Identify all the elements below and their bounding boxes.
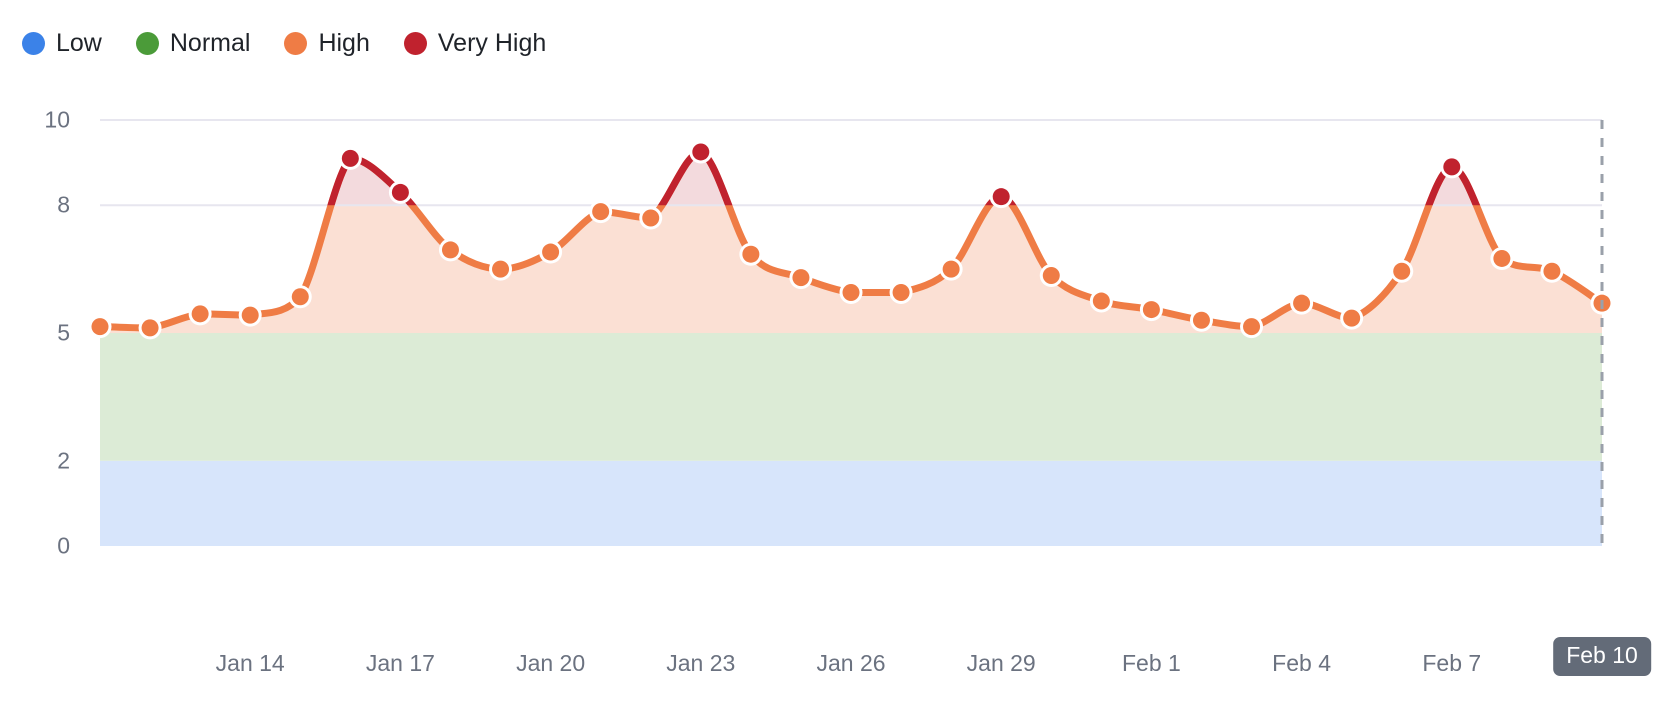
data-point-dot bbox=[742, 245, 760, 263]
data-point-dot bbox=[942, 260, 960, 278]
data-point-dot bbox=[792, 269, 810, 287]
x-axis-tick-label: Jan 26 bbox=[816, 650, 886, 676]
band-low bbox=[100, 460, 1602, 546]
data-point[interactable] bbox=[1089, 289, 1113, 313]
data-point[interactable] bbox=[1240, 315, 1264, 339]
data-point-dot bbox=[542, 243, 560, 261]
data-point-dot bbox=[592, 203, 610, 221]
data-point[interactable] bbox=[1540, 259, 1564, 283]
data-point-dot bbox=[141, 319, 159, 337]
data-point-dot bbox=[492, 260, 510, 278]
data-point-dot bbox=[1142, 301, 1160, 319]
data-point[interactable] bbox=[438, 238, 462, 262]
data-point-dot bbox=[91, 318, 109, 336]
data-point[interactable] bbox=[1189, 308, 1213, 332]
data-point-dot bbox=[1543, 262, 1561, 280]
data-point[interactable] bbox=[238, 303, 262, 327]
data-point[interactable] bbox=[338, 146, 362, 170]
data-point-dot bbox=[1042, 266, 1060, 284]
data-point-dot bbox=[692, 143, 710, 161]
glucose-range-chart: Low Normal High Very High 10 8 5 2 0 Jan 14 Jan 1… bbox=[0, 0, 1680, 716]
y-axis-tick-label: 10 bbox=[44, 106, 70, 133]
data-point-dot bbox=[241, 306, 259, 324]
y-axis-tick-label: 5 bbox=[57, 319, 70, 346]
data-point[interactable] bbox=[138, 316, 162, 340]
data-point[interactable] bbox=[489, 257, 513, 281]
x-axis-tick-label: Feb 1 bbox=[1121, 650, 1181, 676]
data-point[interactable] bbox=[539, 240, 563, 264]
data-point[interactable] bbox=[789, 266, 813, 290]
data-point-dot bbox=[1343, 309, 1361, 327]
data-point[interactable] bbox=[288, 285, 312, 309]
data-point[interactable] bbox=[1139, 298, 1163, 322]
data-point[interactable] bbox=[939, 257, 963, 281]
data-point-dot bbox=[1192, 311, 1210, 329]
data-point-dot bbox=[842, 284, 860, 302]
y-axis-tick-label: 2 bbox=[57, 447, 70, 474]
data-point[interactable] bbox=[88, 315, 112, 339]
x-axis-tick-label: Jan 29 bbox=[966, 650, 1036, 676]
data-point-dot bbox=[1393, 262, 1411, 280]
data-point-dot bbox=[191, 305, 209, 323]
data-point[interactable] bbox=[989, 185, 1013, 209]
x-axis-tick-label: Jan 17 bbox=[365, 650, 435, 676]
data-point-dot bbox=[1493, 249, 1511, 267]
data-point-dot bbox=[992, 188, 1010, 206]
data-point-dot bbox=[892, 284, 910, 302]
data-point-dot bbox=[291, 288, 309, 306]
x-axis-tick-label: Jan 14 bbox=[215, 650, 285, 676]
x-axis-tick-label: Jan 20 bbox=[516, 650, 586, 676]
data-point[interactable] bbox=[1440, 155, 1464, 179]
x-axis-tick-label: Jan 23 bbox=[666, 650, 736, 676]
data-point-dot bbox=[391, 183, 409, 201]
y-axis-tick-label: 0 bbox=[57, 532, 70, 559]
data-point[interactable] bbox=[739, 242, 763, 266]
data-point[interactable] bbox=[1490, 246, 1514, 270]
data-point[interactable] bbox=[1290, 291, 1314, 315]
data-point-dot bbox=[1243, 318, 1261, 336]
data-point[interactable] bbox=[839, 281, 863, 305]
data-point-dot bbox=[441, 241, 459, 259]
data-point-dot bbox=[1443, 158, 1461, 176]
y-axis-tick-label: 8 bbox=[57, 191, 70, 218]
data-point-dot bbox=[341, 149, 359, 167]
data-point[interactable] bbox=[188, 302, 212, 326]
plot-svg bbox=[88, 119, 1614, 546]
today-date-badge[interactable]: Feb 10 bbox=[1553, 637, 1651, 676]
data-point[interactable] bbox=[1039, 263, 1063, 287]
data-point-dot bbox=[1293, 294, 1311, 312]
data-point[interactable] bbox=[388, 180, 412, 204]
data-point[interactable] bbox=[689, 140, 713, 164]
data-point[interactable] bbox=[889, 281, 913, 305]
x-axis-tick-label: Feb 4 bbox=[1272, 650, 1332, 676]
x-axis-tick-label: Feb 7 bbox=[1422, 650, 1482, 676]
data-point-dot bbox=[1092, 292, 1110, 310]
band-normal bbox=[100, 333, 1602, 461]
data-point-dot bbox=[642, 209, 660, 227]
data-point[interactable] bbox=[639, 206, 663, 230]
plot-area bbox=[0, 0, 1680, 716]
data-point[interactable] bbox=[1340, 306, 1364, 330]
data-point[interactable] bbox=[589, 200, 613, 224]
data-point[interactable] bbox=[1390, 259, 1414, 283]
